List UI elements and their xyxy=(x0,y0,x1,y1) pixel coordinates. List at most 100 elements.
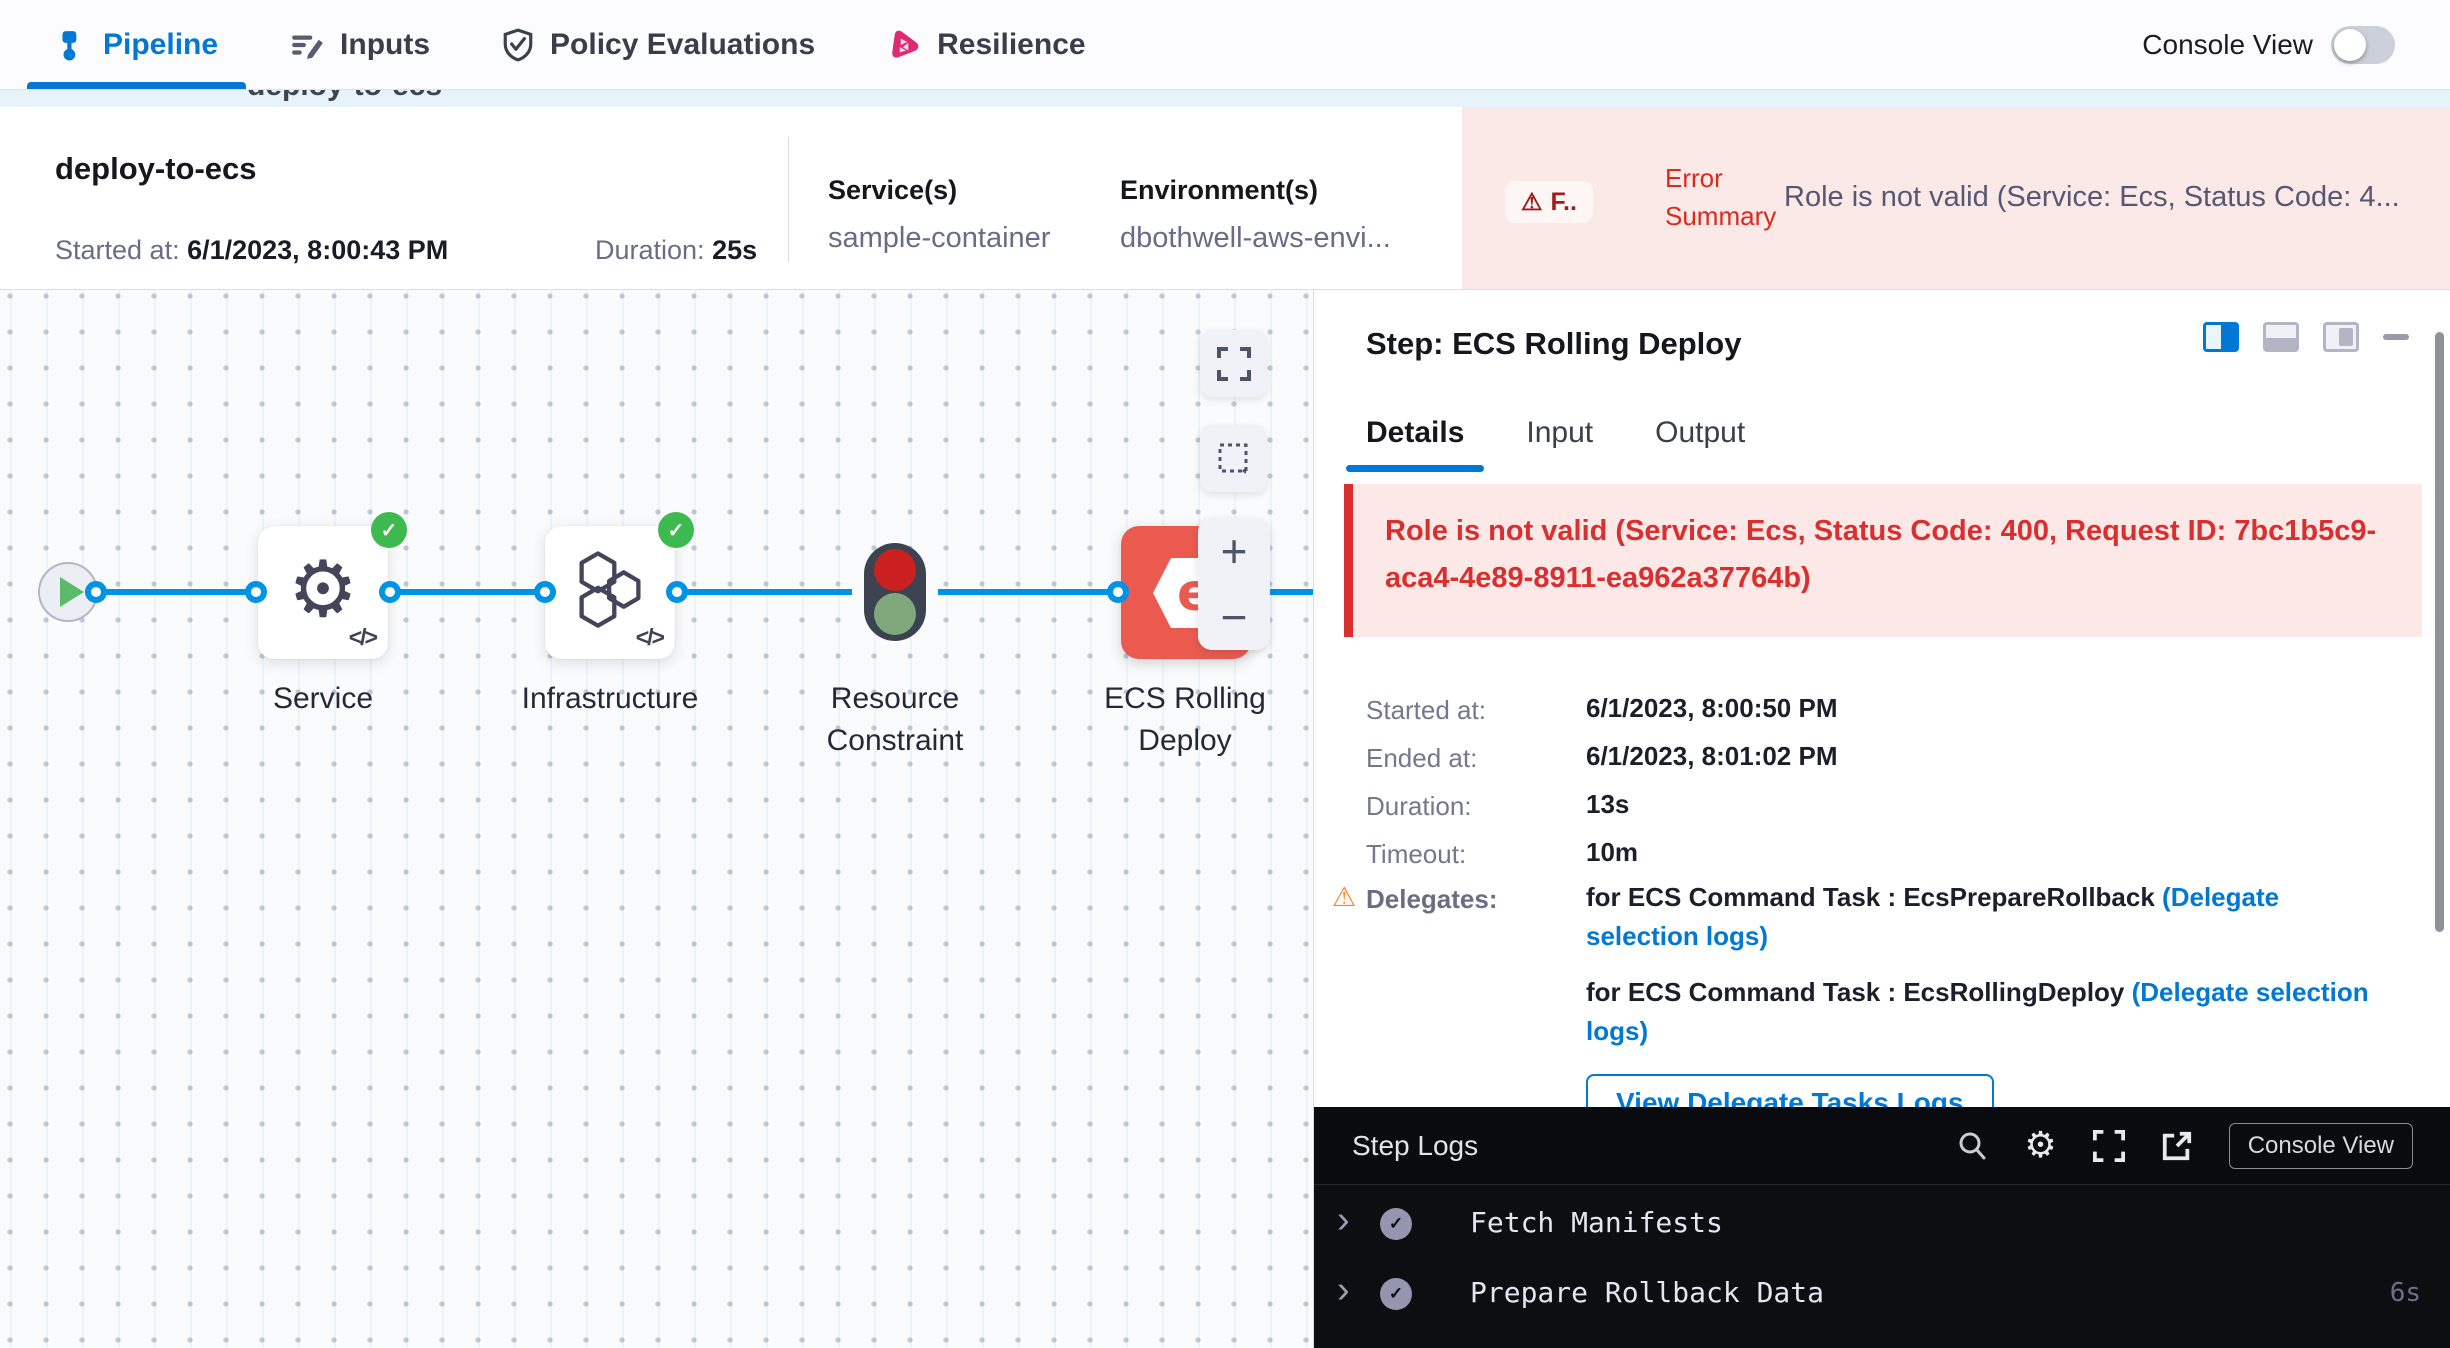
console-view-control: Console View xyxy=(2142,26,2395,64)
play-icon xyxy=(60,577,84,607)
search-icon xyxy=(1956,1130,1988,1162)
port-ecs-in[interactable] xyxy=(1107,581,1129,603)
delegate-entry-text: for ECS Command Task : EcsRollingDeploy xyxy=(1586,977,2132,1007)
started-at-value: 6/1/2023, 8:00:43 PM xyxy=(187,235,448,265)
node-service[interactable]: ⚙ </> xyxy=(258,526,388,659)
status-badge: ⚠ F.. xyxy=(1505,181,1593,223)
service-success-badge: ✓ xyxy=(371,512,407,548)
services-block: Service(s) sample-container xyxy=(828,175,1050,255)
console-view-toggle[interactable] xyxy=(2331,26,2395,64)
started-at: Started at: 6/1/2023, 8:00:43 PM xyxy=(55,235,448,266)
node-resource-constraint[interactable] xyxy=(864,543,926,641)
edge-start-service xyxy=(96,589,258,595)
port-start-out[interactable] xyxy=(85,581,107,603)
log-row-fetch-manifests[interactable]: › ✓ Fetch Manifests xyxy=(1314,1199,2450,1247)
node-infrastructure[interactable]: </> xyxy=(545,526,675,659)
panel-layout-controls xyxy=(2203,322,2409,352)
layout-floating-panel-icon[interactable] xyxy=(2323,322,2359,352)
node-ecs-rolling-deploy-label: ECS Rolling Deploy xyxy=(1070,678,1300,762)
pipeline-icon xyxy=(55,29,87,61)
environments-value[interactable]: dbothwell-aws-envi... xyxy=(1120,222,1391,255)
error-summary-label: Error Summary xyxy=(1665,159,1795,235)
tab-input[interactable]: Input xyxy=(1526,416,1593,472)
tab-policy-evaluations[interactable]: Policy Evaluations xyxy=(502,0,815,89)
tab-resilience-label: Resilience xyxy=(937,28,1085,62)
policy-shield-icon xyxy=(502,28,534,62)
canvas-zoom-panel: + − xyxy=(1198,518,1270,650)
log-row-prepare-rollback-data[interactable]: › ✓ Prepare Rollback Data 6s xyxy=(1314,1269,2450,1317)
port-service-out[interactable] xyxy=(379,581,401,603)
marquee-select-icon xyxy=(1217,442,1251,476)
services-value[interactable]: sample-container xyxy=(828,222,1050,255)
tab-inputs[interactable]: Inputs xyxy=(290,0,430,89)
tab-pipeline[interactable]: Pipeline xyxy=(55,0,218,89)
clipped-page-title: deploy-to-ecs xyxy=(247,90,442,103)
logs-fullscreen-button[interactable] xyxy=(2093,1130,2125,1162)
pipeline-canvas[interactable]: ⚙ </> ✓ Service </> ✓ Infrastructure Res… xyxy=(0,290,1313,1348)
log-step-duration: 6s xyxy=(2390,1278,2421,1308)
canvas-select-button[interactable] xyxy=(1200,425,1267,492)
service-code-icon: </> xyxy=(349,624,376,651)
header-divider xyxy=(788,137,789,262)
fullscreen-icon xyxy=(1217,347,1251,381)
delegates-warning-icon: ⚠ xyxy=(1332,882,1356,913)
port-service-in[interactable] xyxy=(245,581,267,603)
layout-bottom-panel-icon[interactable] xyxy=(2263,322,2299,352)
zoom-in-button[interactable]: + xyxy=(1221,528,1248,574)
field-started-at-value: 6/1/2023, 8:00:50 PM xyxy=(1586,693,1838,724)
fullscreen-icon xyxy=(2093,1130,2125,1162)
layout-right-panel-icon[interactable] xyxy=(2203,322,2239,352)
chevron-right-icon[interactable]: › xyxy=(1337,1201,1350,1239)
field-started-at-label: Started at: xyxy=(1366,695,1486,726)
resilience-icon xyxy=(887,28,921,62)
tab-resilience[interactable]: Resilience xyxy=(887,0,1085,89)
scrolled-content-strip: deploy-to-ecs xyxy=(0,90,2450,107)
tab-output[interactable]: Output xyxy=(1655,416,1745,472)
infrastructure-success-badge: ✓ xyxy=(658,512,694,548)
environments-block: Environment(s) dbothwell-aws-envi... xyxy=(1120,175,1391,255)
canvas-fullscreen-button[interactable] xyxy=(1200,330,1267,397)
duration-label: Duration: xyxy=(595,235,712,265)
delegate-entry-text: for ECS Command Task : EcsPrepareRollbac… xyxy=(1586,882,2162,912)
traffic-light-red xyxy=(874,549,916,591)
nav-tabs: Pipeline Inputs Policy Evaluations Resil… xyxy=(55,0,1086,89)
status-badge-text: F.. xyxy=(1551,188,1577,217)
inputs-icon xyxy=(290,29,324,61)
zoom-out-button[interactable]: − xyxy=(1221,594,1248,640)
field-timeout-label: Timeout: xyxy=(1366,839,1466,870)
minimize-panel-icon[interactable] xyxy=(2383,334,2409,340)
logs-open-external-button[interactable] xyxy=(2161,1130,2193,1162)
logs-search-button[interactable] xyxy=(1956,1130,1988,1162)
node-service-label: Service xyxy=(208,678,438,720)
log-success-icon: ✓ xyxy=(1380,1208,1412,1240)
log-success-icon: ✓ xyxy=(1380,1278,1412,1310)
execution-header: deploy-to-ecs Started at: 6/1/2023, 8:00… xyxy=(0,107,2450,290)
port-infrastructure-out[interactable] xyxy=(666,581,688,603)
step-logs-title: Step Logs xyxy=(1352,1130,1478,1162)
tab-policy-evaluations-label: Policy Evaluations xyxy=(550,28,815,62)
field-duration-label: Duration: xyxy=(1366,791,1472,822)
step-logs-toolbar: ⚙ Console View xyxy=(1956,1123,2413,1169)
log-step-name: Prepare Rollback Data xyxy=(1470,1276,1824,1309)
panel-scrollbar[interactable] xyxy=(2435,332,2444,932)
chevron-right-icon[interactable]: › xyxy=(1337,1271,1350,1309)
toggle-knob xyxy=(2334,29,2366,61)
step-details-panel: Step: ECS Rolling Deploy Details Input O… xyxy=(1313,290,2450,1348)
gear-icon: ⚙ xyxy=(2024,1128,2056,1164)
pipeline-name: deploy-to-ecs xyxy=(55,151,257,187)
logs-console-view-button[interactable]: Console View xyxy=(2229,1123,2413,1169)
top-navigation: Pipeline Inputs Policy Evaluations Resil… xyxy=(0,0,2450,90)
log-step-name: Fetch Manifests xyxy=(1470,1206,1723,1239)
step-logs-section: Step Logs ⚙ Console View › ✓ Fetch Manif… xyxy=(1314,1107,2450,1348)
field-ended-at-label: Ended at: xyxy=(1366,743,1477,774)
duration-value: 25s xyxy=(712,235,757,265)
console-view-label: Console View xyxy=(2142,29,2313,61)
infrastructure-code-icon: </> xyxy=(636,624,663,651)
error-summary-block: ⚠ F.. Error Summary Role is not valid (S… xyxy=(1462,107,2450,289)
traffic-light-green xyxy=(874,593,916,635)
logs-settings-button[interactable]: ⚙ xyxy=(2024,1128,2056,1164)
tab-details[interactable]: Details xyxy=(1366,416,1464,472)
port-infrastructure-in[interactable] xyxy=(534,581,556,603)
step-panel-tabs: Details Input Output xyxy=(1366,416,1745,472)
tab-inputs-label: Inputs xyxy=(340,28,430,62)
